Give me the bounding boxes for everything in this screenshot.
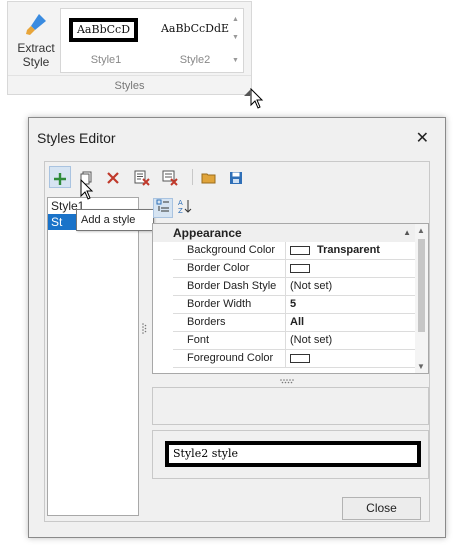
- extract-style-label-2: Style: [22, 55, 50, 69]
- property-value[interactable]: [285, 260, 418, 277]
- open-file-button[interactable]: [198, 166, 220, 188]
- purge-icon: [134, 170, 150, 186]
- scroll-up-icon[interactable]: ▲: [417, 226, 425, 235]
- property-grid-scrollbar[interactable]: ▲ ▼: [415, 224, 428, 373]
- dialog-title: Styles Editor: [37, 130, 116, 146]
- property-value[interactable]: (Not set): [285, 332, 418, 349]
- property-name: Border Dash Style: [187, 280, 277, 292]
- property-value-text: All: [290, 316, 305, 328]
- property-name: Border Width: [187, 298, 252, 310]
- scroll-up-icon[interactable]: ▲: [232, 16, 239, 23]
- clear-icon: [162, 170, 178, 186]
- ribbon-divider: [8, 75, 251, 76]
- collapse-icon[interactable]: ▲: [403, 228, 411, 237]
- close-icon[interactable]: ✕: [416, 128, 429, 148]
- delete-style-button[interactable]: [102, 166, 124, 188]
- property-row[interactable]: Borders All: [173, 314, 418, 332]
- scroll-down-icon[interactable]: ▼: [232, 34, 239, 41]
- property-name: Background Color: [187, 244, 276, 256]
- scroll-thumb[interactable]: [418, 239, 425, 332]
- vertical-splitter-grip[interactable]: [141, 322, 147, 336]
- property-row[interactable]: Border Width 5: [173, 296, 418, 314]
- save-icon: [230, 171, 242, 184]
- styles-gallery: AaBbCcD Style1 AaBbCcDdE Style2 ▲ ▼ ▼: [60, 8, 244, 73]
- property-name: Border Color: [187, 262, 250, 274]
- categorized-icon: [156, 199, 169, 212]
- sort-az-icon: A Z: [178, 199, 192, 215]
- dialog-client: Style1 St Add a style A Z Appearance ▲ B…: [44, 161, 430, 522]
- folder-icon: [201, 173, 216, 184]
- add-style-button[interactable]: [49, 166, 71, 188]
- gallery-expand-icon[interactable]: ▼: [232, 57, 239, 64]
- property-row[interactable]: Foreground Color: [173, 350, 418, 368]
- property-description-panel: [152, 387, 429, 425]
- style2-sample: AaBbCcDdE: [160, 22, 230, 35]
- svg-text:Z: Z: [178, 207, 183, 214]
- ribbon-group-caption: Styles: [114, 80, 145, 92]
- property-name: Foreground Color: [187, 352, 274, 364]
- gallery-item-style2[interactable]: AaBbCcDdE Style2: [152, 9, 238, 72]
- styles-ribbon-group: Extract Style AaBbCcD Style1 AaBbCcDdE S…: [7, 1, 252, 97]
- delete-icon: [107, 172, 119, 184]
- mouse-cursor-icon: [80, 179, 94, 200]
- style-preview-panel: Style2 style: [152, 430, 429, 479]
- mouse-cursor-icon: [250, 88, 264, 109]
- brush-icon: [26, 14, 46, 35]
- property-value-text: (Not set): [290, 280, 333, 292]
- plus-icon: [54, 172, 66, 185]
- property-value[interactable]: [285, 350, 418, 367]
- property-value-text: Transparent: [317, 244, 380, 256]
- style-preview-text: Style2 style: [173, 447, 239, 460]
- alphabetical-view-button[interactable]: A Z: [175, 198, 195, 218]
- property-value[interactable]: (Not set): [285, 278, 418, 295]
- gallery-item-style1[interactable]: AaBbCcD Style1: [63, 9, 149, 72]
- scroll-down-icon[interactable]: ▼: [417, 362, 425, 371]
- property-grid: Appearance ▲ Background Color Transparen…: [152, 223, 429, 374]
- property-name: Font: [187, 334, 210, 346]
- color-swatch: [290, 354, 310, 363]
- style1-caption: Style1: [90, 54, 122, 66]
- category-appearance[interactable]: Appearance ▲: [153, 224, 417, 242]
- categorized-view-button[interactable]: [153, 198, 173, 218]
- property-row[interactable]: Background Color Transparent: [173, 242, 418, 260]
- gallery-scroll[interactable]: ▲ ▼ ▼: [229, 9, 243, 72]
- property-value-text: 5: [290, 298, 297, 310]
- style1-sample: AaBbCcD: [69, 18, 138, 42]
- horizontal-splitter-grip[interactable]: [279, 378, 295, 384]
- color-swatch: [290, 264, 310, 273]
- property-row[interactable]: Border Color: [173, 260, 418, 278]
- category-label: Appearance: [173, 226, 242, 240]
- property-value[interactable]: All: [285, 314, 418, 331]
- property-value[interactable]: 5: [285, 296, 418, 313]
- property-name: Borders: [187, 316, 226, 328]
- svg-text:A: A: [178, 199, 183, 207]
- extract-style-button[interactable]: Extract Style: [12, 8, 60, 76]
- clear-styles-button[interactable]: [159, 166, 181, 188]
- property-value[interactable]: Transparent: [285, 242, 418, 259]
- property-row[interactable]: Font (Not set): [173, 332, 418, 350]
- property-value-text: (Not set): [290, 334, 333, 346]
- close-button[interactable]: Close: [342, 497, 421, 520]
- style2-caption: Style2: [179, 54, 211, 66]
- purge-styles-button[interactable]: [131, 166, 153, 188]
- add-style-tooltip: Add a style: [76, 209, 154, 231]
- toolbar-separator: [192, 169, 193, 185]
- color-swatch: [290, 246, 310, 255]
- style-list[interactable]: Style1 St: [47, 197, 139, 516]
- styles-editor-dialog: Styles Editor ✕ Style1 St Add a style A …: [28, 117, 446, 538]
- style-preview-box: Style2 style: [165, 441, 421, 467]
- save-file-button[interactable]: [225, 166, 247, 188]
- extract-style-label-1: Extract: [17, 41, 55, 55]
- property-row[interactable]: Border Dash Style (Not set): [173, 278, 418, 296]
